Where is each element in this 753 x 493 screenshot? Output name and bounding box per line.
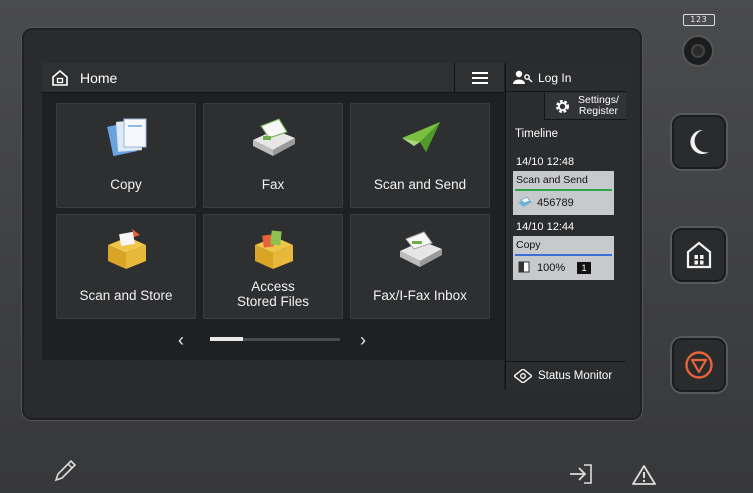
tile-label: Fax/I-Fax Inbox [373, 288, 467, 303]
tile-label-line2: Stored Files [236, 294, 310, 309]
tile-scan-and-send[interactable]: Scan and Send [350, 103, 490, 208]
copies-badge: 1 [577, 262, 591, 274]
tile-scan-and-store[interactable]: Scan and Store [56, 214, 196, 319]
tile-access-stored-files[interactable]: Access Stored Files [203, 214, 343, 319]
printer-control-panel: Home Copy Fax Scan and Send Scan and Sto… [0, 0, 753, 493]
tile-label: Copy [110, 177, 142, 192]
stored-files-icon [255, 230, 293, 269]
gear-icon [556, 100, 569, 113]
fax-icon [253, 118, 295, 156]
data-arrow-icon [570, 464, 592, 484]
page-thumb [210, 337, 243, 341]
settings-label-line2: Register [578, 105, 618, 117]
job-status-bar [515, 189, 612, 191]
job-name: Scan and Send [516, 174, 588, 186]
tile-fax-inbox[interactable]: Fax/I-Fax Inbox [350, 214, 490, 319]
button-knob [691, 44, 705, 58]
home-icon [686, 241, 712, 269]
menu-button[interactable] [454, 63, 504, 93]
tile-fax[interactable]: Fax [203, 103, 343, 208]
scan-send-small-icon [518, 196, 532, 207]
prev-page-arrow-icon[interactable]: ‹ [178, 330, 184, 351]
fax-inbox-icon [400, 231, 442, 267]
job-destination: 456789 [537, 197, 574, 209]
home-hardware-button[interactable] [672, 228, 726, 282]
job-zoom: 100% [537, 262, 566, 274]
job-status-bar [515, 254, 612, 256]
scan-store-icon [108, 229, 146, 269]
user-key-icon [513, 70, 533, 84]
page-title: Home [80, 70, 118, 86]
job-card-scan-send[interactable]: Scan and Send 456789 [513, 171, 614, 215]
hamburger-icon [471, 72, 488, 84]
settings-label: Settings/ Register [578, 95, 619, 117]
login-button[interactable]: Log In [506, 63, 626, 92]
status-monitor-label: Status Monitor [538, 370, 613, 382]
error-warning-icon [632, 465, 656, 485]
next-page-arrow-icon[interactable]: › [360, 330, 366, 351]
energy-saver-button[interactable] [672, 115, 726, 169]
home-icon [52, 70, 68, 86]
function-tiles: Copy Fax Scan and Send Scan and Store Ac… [56, 103, 492, 320]
bottom-bar [42, 360, 504, 390]
timeline-title: Timeline [515, 128, 559, 140]
job-timestamp: 14/10 12:48 [516, 156, 575, 168]
touch-screen: Home Copy Fax Scan and Send Scan and Sto… [42, 63, 626, 390]
job-timestamp: 14/10 12:44 [516, 221, 575, 233]
tile-label-line1: Access [251, 279, 295, 294]
status-monitor-button[interactable]: Status Monitor [506, 361, 626, 390]
settings-register-button[interactable]: Settings/ Register [544, 93, 626, 120]
tile-copy[interactable]: Copy [56, 103, 196, 208]
status-monitor-icon [514, 369, 532, 383]
stop-icon [685, 351, 713, 379]
scan-send-icon [402, 122, 440, 152]
right-panel: Log In Settings/ Register Timeline 14/10… [505, 63, 626, 390]
job-name: Copy [516, 239, 541, 251]
tile-label: Scan and Send [373, 177, 467, 192]
numeric-keypad-indicator: 123 [683, 14, 715, 26]
login-label: Log In [538, 71, 572, 85]
home-header: Home [42, 63, 504, 93]
moon-icon [690, 129, 709, 154]
tile-label: Scan and Store [79, 288, 173, 303]
copy-small-icon [518, 261, 530, 273]
copy-icon [107, 118, 147, 157]
page-indicator: ‹ › [42, 325, 504, 355]
stop-button[interactable] [672, 338, 726, 392]
pen-icon[interactable] [52, 458, 78, 484]
numeric-keys-button[interactable] [684, 37, 712, 65]
job-card-copy[interactable]: Copy 100% 1 [513, 236, 614, 280]
tile-label: Fax [261, 177, 285, 192]
